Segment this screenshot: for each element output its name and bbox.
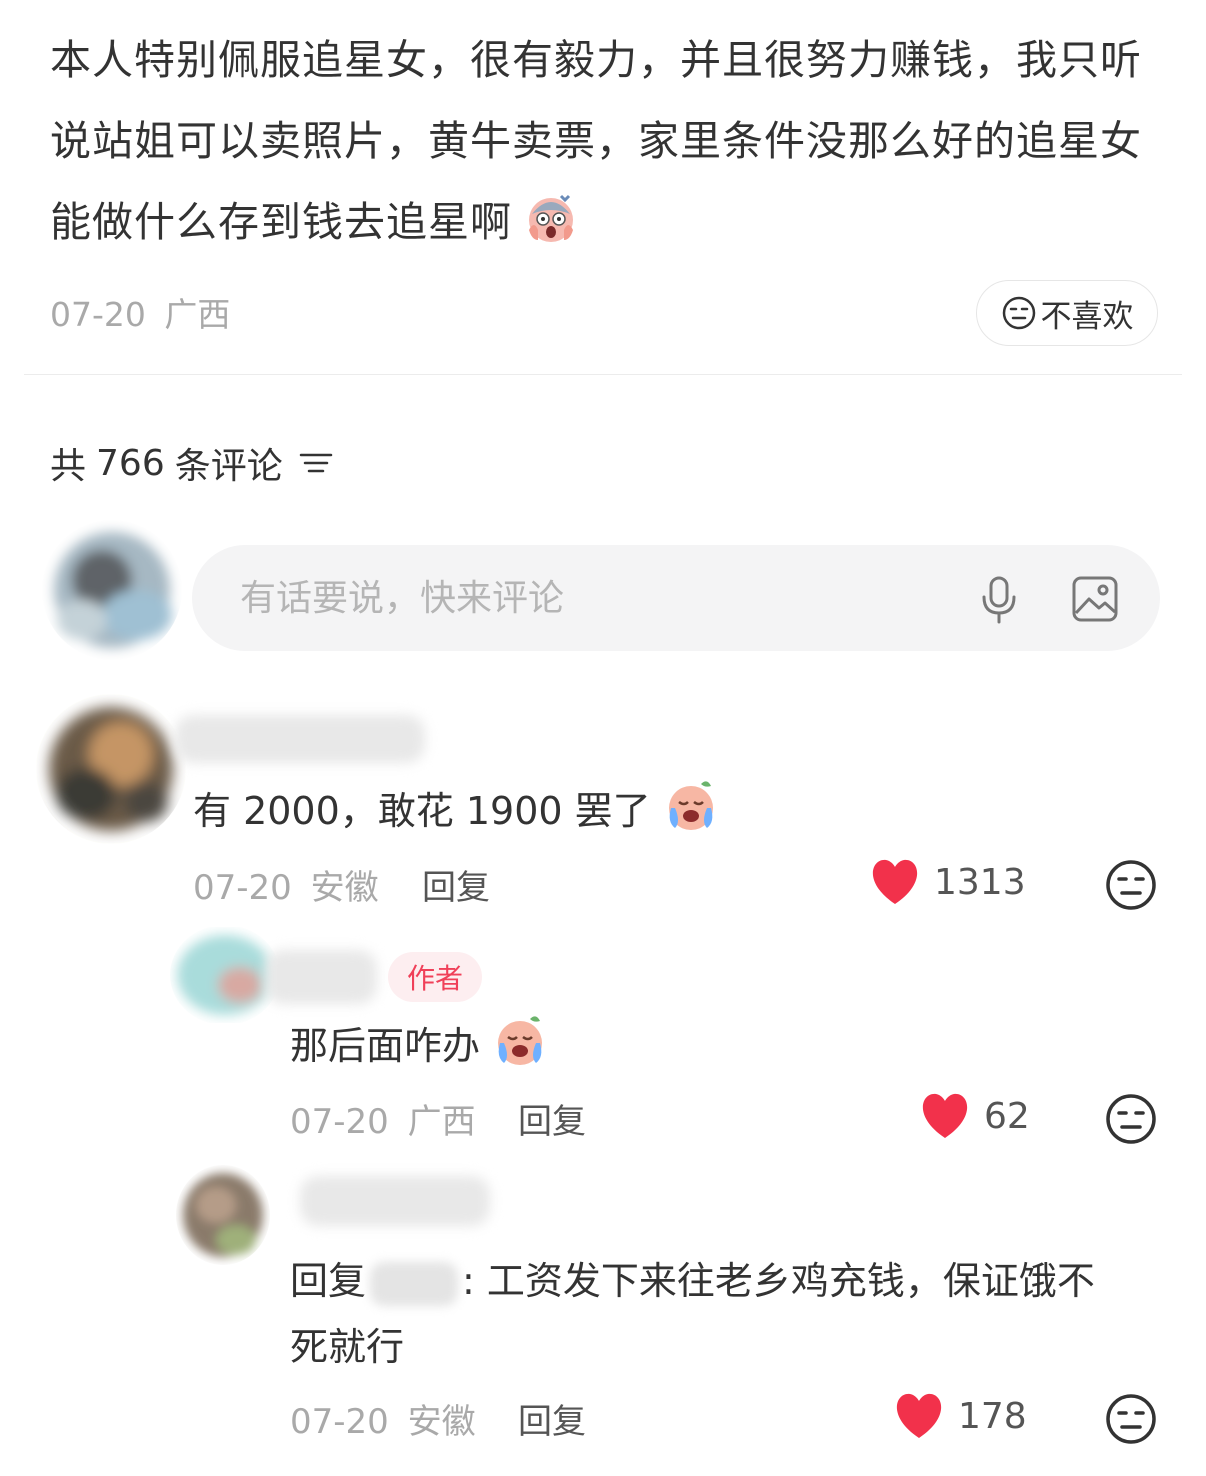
crying-face-emoji <box>663 778 719 852</box>
reply-date: 07-20 <box>290 1102 389 1142</box>
reply-button[interactable]: 回复 <box>518 1394 586 1443</box>
divider <box>24 374 1182 375</box>
comment-meta: 07-20 安徽 <box>193 860 379 909</box>
nested-reply-text: 回复 : 工资发下来往老乡鸡充钱，保证饿不 死就行 <box>290 1248 1170 1380</box>
comment-date: 07-20 <box>193 868 292 908</box>
neutral-face-icon[interactable] <box>1104 1092 1158 1146</box>
crying-face-emoji <box>492 1013 548 1087</box>
heart-icon <box>896 1393 942 1438</box>
comment-text-body: 有 2000，敢花 1900 罢了 <box>193 789 651 833</box>
comment-count-prefix: 共 <box>50 446 87 487</box>
like-button[interactable]: 178 <box>892 1392 1027 1440</box>
commenter-name-redacted[interactable] <box>175 715 425 763</box>
comment-count-header[interactable]: 共 766 条评论 <box>50 437 333 489</box>
nested-reply-line-2: 死就行 <box>290 1325 405 1369</box>
author-avatar[interactable] <box>170 925 280 1025</box>
microphone-icon[interactable] <box>978 575 1020 625</box>
comment-count-number: 766 <box>96 442 165 484</box>
comment-count-suffix: 条评论 <box>174 446 283 487</box>
like-button[interactable]: 1313 <box>868 858 1026 906</box>
author-badge: 作者 <box>388 952 482 1002</box>
dislike-label: 不喜欢 <box>1040 298 1134 335</box>
comment-location: 安徽 <box>310 868 379 908</box>
post-meta: 07-20 广西 <box>50 288 230 336</box>
nested-reply-location: 安徽 <box>407 1402 476 1442</box>
reply-text-body: 那后面咋办 <box>290 1024 481 1068</box>
commenter-avatar[interactable] <box>36 694 186 844</box>
neutral-face-icon[interactable] <box>1104 858 1158 912</box>
neutral-face-icon[interactable] <box>1104 1392 1158 1446</box>
nested-reply-date: 07-20 <box>290 1402 389 1442</box>
post-location: 广西 <box>164 295 231 334</box>
like-button[interactable]: 62 <box>918 1092 1030 1140</box>
image-icon[interactable] <box>1071 575 1119 623</box>
reply-location: 广西 <box>407 1102 476 1142</box>
comment-text: 有 2000，敢花 1900 罢了 <box>193 778 719 852</box>
mentioned-user-redacted[interactable] <box>370 1261 459 1306</box>
commenter-name-redacted[interactable] <box>300 1176 490 1226</box>
nested-reply-body-1: : 工资发下来往老乡鸡充钱，保证饿不 <box>462 1259 1095 1303</box>
filter-icon[interactable] <box>299 450 333 476</box>
shocked-face-emoji <box>526 190 576 271</box>
like-count: 62 <box>984 1095 1030 1137</box>
comment-input[interactable] <box>240 545 940 651</box>
author-name-redacted[interactable] <box>265 950 377 1004</box>
reply-text: 那后面咋办 <box>290 1013 548 1087</box>
post-body: 本人特别佩服追星女，很有毅力，并且很努力赚钱，我只听说站姐可以卖照片，黄牛卖票，… <box>50 20 1160 271</box>
reply-button[interactable]: 回复 <box>422 860 490 909</box>
commenter-avatar[interactable] <box>176 1165 270 1265</box>
heart-icon <box>922 1093 968 1138</box>
reply-button[interactable]: 回复 <box>518 1094 586 1143</box>
reply-meta: 07-20 广西 <box>290 1094 476 1143</box>
heart-icon <box>872 859 918 904</box>
current-user-avatar[interactable] <box>42 520 182 660</box>
like-count: 1313 <box>934 861 1026 903</box>
post-text: 本人特别佩服追星女，很有毅力，并且很努力赚钱，我只听说站姐可以卖照片，黄牛卖票，… <box>50 36 1142 246</box>
nested-reply-line-1: 回复 : 工资发下来往老乡鸡充钱，保证饿不 <box>290 1248 1170 1314</box>
nested-reply-meta: 07-20 安徽 <box>290 1394 476 1443</box>
dislike-button[interactable]: 不喜欢 <box>976 280 1158 346</box>
reply-prefix: 回复 <box>290 1259 367 1303</box>
like-count: 178 <box>958 1395 1027 1437</box>
post-date: 07-20 <box>50 295 146 334</box>
neutral-face-icon <box>1002 296 1035 330</box>
